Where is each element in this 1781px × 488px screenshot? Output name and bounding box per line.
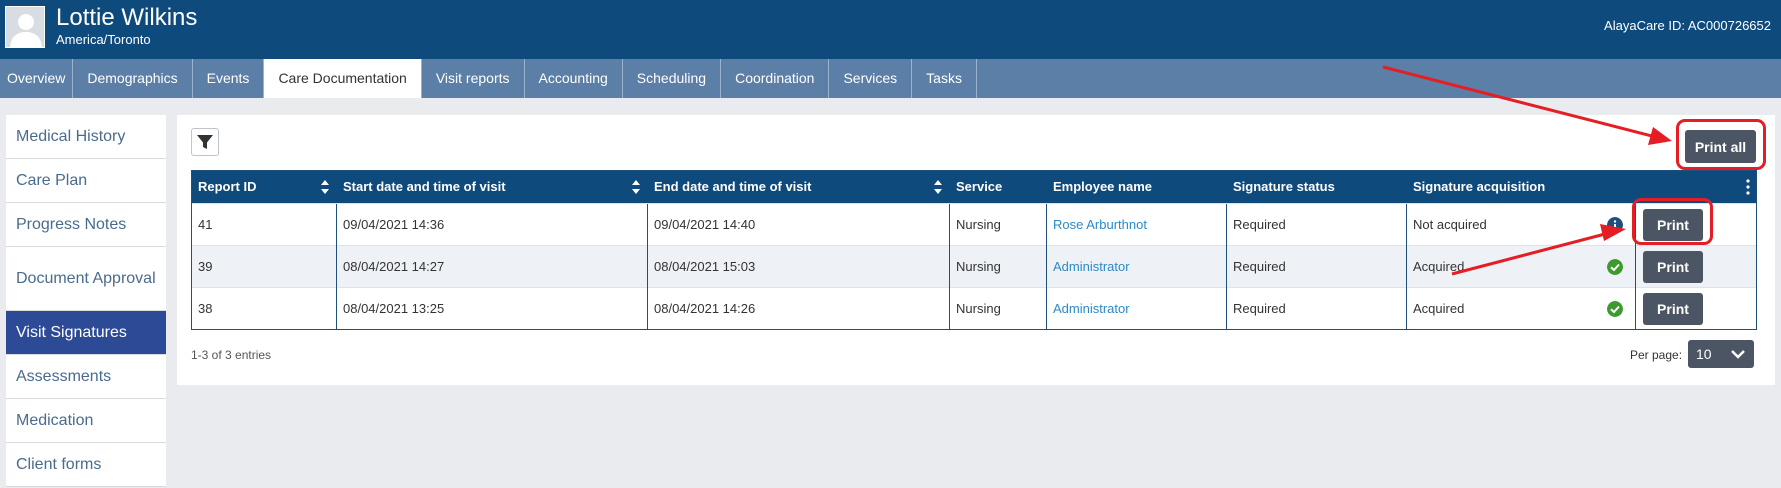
sidebar-item-visit-signatures[interactable]: Visit Signatures xyxy=(6,311,166,355)
tab-services[interactable]: Services xyxy=(829,59,913,98)
table-row: 38 08/04/2021 13:25 08/04/2021 14:26 Nur… xyxy=(192,287,1756,330)
cell-service: Nursing xyxy=(950,246,1047,288)
cell-signature-acquisition: Acquired xyxy=(1407,246,1636,288)
cell-signature-status: Required xyxy=(1227,246,1407,288)
client-name: Lottie Wilkins xyxy=(56,4,198,31)
employee-link[interactable]: Administrator xyxy=(1047,288,1227,330)
user-silhouette-icon xyxy=(10,14,42,47)
info-icon[interactable] xyxy=(1607,217,1623,233)
visit-signatures-panel: Print all Report ID Start date and time … xyxy=(177,115,1775,385)
kebab-menu-icon[interactable] xyxy=(1746,179,1750,195)
check-circle-icon xyxy=(1607,259,1623,275)
acquisition-label: Acquired xyxy=(1413,259,1465,274)
tab-overview[interactable]: Overview xyxy=(0,59,74,98)
tab-visit-reports[interactable]: Visit reports xyxy=(422,59,525,98)
tab-care-documentation[interactable]: Care Documentation xyxy=(264,59,422,98)
sidebar-item-care-plan[interactable]: Care Plan xyxy=(6,159,166,203)
entries-count: 1-3 of 3 entries xyxy=(191,348,272,362)
column-label: Start date and time of visit xyxy=(343,179,506,194)
table-row: 39 08/04/2021 14:27 08/04/2021 15:03 Nur… xyxy=(192,245,1756,288)
avatar xyxy=(5,6,45,48)
table-row: 41 09/04/2021 14:36 09/04/2021 14:40 Nur… xyxy=(192,203,1756,246)
cell-signature-acquisition: Acquired xyxy=(1407,288,1636,330)
cell-end-date: 08/04/2021 14:26 xyxy=(648,288,950,330)
employee-link[interactable]: Administrator xyxy=(1047,246,1227,288)
column-label: End date and time of visit xyxy=(654,179,812,194)
sort-icon xyxy=(934,180,942,194)
cell-signature-status: Required xyxy=(1227,288,1407,330)
chevron-down-icon xyxy=(1731,350,1745,359)
cell-report-id: 39 xyxy=(192,246,337,288)
cell-actions: Print xyxy=(1636,246,1756,288)
column-header-signature-acquisition: Signature acquisition xyxy=(1413,179,1546,194)
acquisition-label: Acquired xyxy=(1413,301,1465,316)
visit-signatures-table: Report ID Start date and time of visit E… xyxy=(191,170,1757,330)
cell-start-date: 08/04/2021 13:25 xyxy=(337,288,648,330)
column-label: Report ID xyxy=(198,179,257,194)
acquisition-label: Not acquired xyxy=(1413,217,1487,232)
print-button[interactable]: Print xyxy=(1643,293,1703,325)
column-header-signature-status: Signature status xyxy=(1233,179,1335,194)
print-button[interactable]: Print xyxy=(1643,251,1703,283)
sidebar-item-progress-notes[interactable]: Progress Notes xyxy=(6,203,166,247)
column-header-employee-name: Employee name xyxy=(1053,179,1152,194)
column-header-end-date[interactable]: End date and time of visit xyxy=(648,171,950,203)
cell-service: Nursing xyxy=(950,288,1047,330)
tab-events[interactable]: Events xyxy=(193,59,265,98)
column-header-actions xyxy=(1636,171,1756,203)
print-all-button[interactable]: Print all xyxy=(1685,130,1756,163)
cell-report-id: 38 xyxy=(192,288,337,330)
table-header: Report ID Start date and time of visit E… xyxy=(192,171,1756,203)
cell-actions: Print xyxy=(1636,204,1756,246)
column-header-report-id[interactable]: Report ID xyxy=(192,171,337,203)
sidebar-item-medical-history[interactable]: Medical History xyxy=(6,115,166,159)
employee-link[interactable]: Rose Arburthnot xyxy=(1047,204,1227,246)
sidebar-item-medication[interactable]: Medication xyxy=(6,399,166,443)
tab-demographics[interactable]: Demographics xyxy=(73,59,193,98)
tab-coordination[interactable]: Coordination xyxy=(721,59,830,98)
filter-button[interactable] xyxy=(191,128,219,156)
print-button[interactable]: Print xyxy=(1643,209,1703,241)
cell-actions: Print xyxy=(1636,288,1756,330)
tab-accounting[interactable]: Accounting xyxy=(525,59,623,98)
column-header-start-date[interactable]: Start date and time of visit xyxy=(337,171,648,203)
per-page-select[interactable]: 10 xyxy=(1688,340,1754,368)
client-header: Lottie Wilkins America/Toronto AlayaCare… xyxy=(0,0,1781,59)
client-timezone: America/Toronto xyxy=(56,32,151,47)
cell-signature-acquisition: Not acquired xyxy=(1407,204,1636,246)
sort-icon xyxy=(321,180,329,194)
per-page-value: 10 xyxy=(1696,346,1712,362)
cell-report-id: 41 xyxy=(192,204,337,246)
cell-start-date: 08/04/2021 14:27 xyxy=(337,246,648,288)
sort-icon xyxy=(632,180,640,194)
per-page-label: Per page: xyxy=(1630,348,1683,362)
sidebar-item-client-forms[interactable]: Client forms xyxy=(6,443,166,487)
cell-end-date: 09/04/2021 14:40 xyxy=(648,204,950,246)
check-circle-icon xyxy=(1607,301,1623,317)
tab-scheduling[interactable]: Scheduling xyxy=(623,59,722,98)
sidebar-item-assessments[interactable]: Assessments xyxy=(6,355,166,399)
cell-service: Nursing xyxy=(950,204,1047,246)
sidebar-item-document-approval[interactable]: Document Approval xyxy=(6,247,166,311)
care-doc-sidebar: Medical History Care Plan Progress Notes… xyxy=(6,115,166,487)
cell-start-date: 09/04/2021 14:36 xyxy=(337,204,648,246)
column-header-service: Service xyxy=(956,179,1003,194)
alayacare-id: AlayaCare ID: AC000726652 xyxy=(1604,18,1771,33)
main-tabs: Overview Demographics Events Care Docume… xyxy=(0,59,1781,98)
cell-signature-status: Required xyxy=(1227,204,1407,246)
cell-end-date: 08/04/2021 15:03 xyxy=(648,246,950,288)
tab-tasks[interactable]: Tasks xyxy=(912,59,977,98)
filter-icon xyxy=(197,135,213,149)
